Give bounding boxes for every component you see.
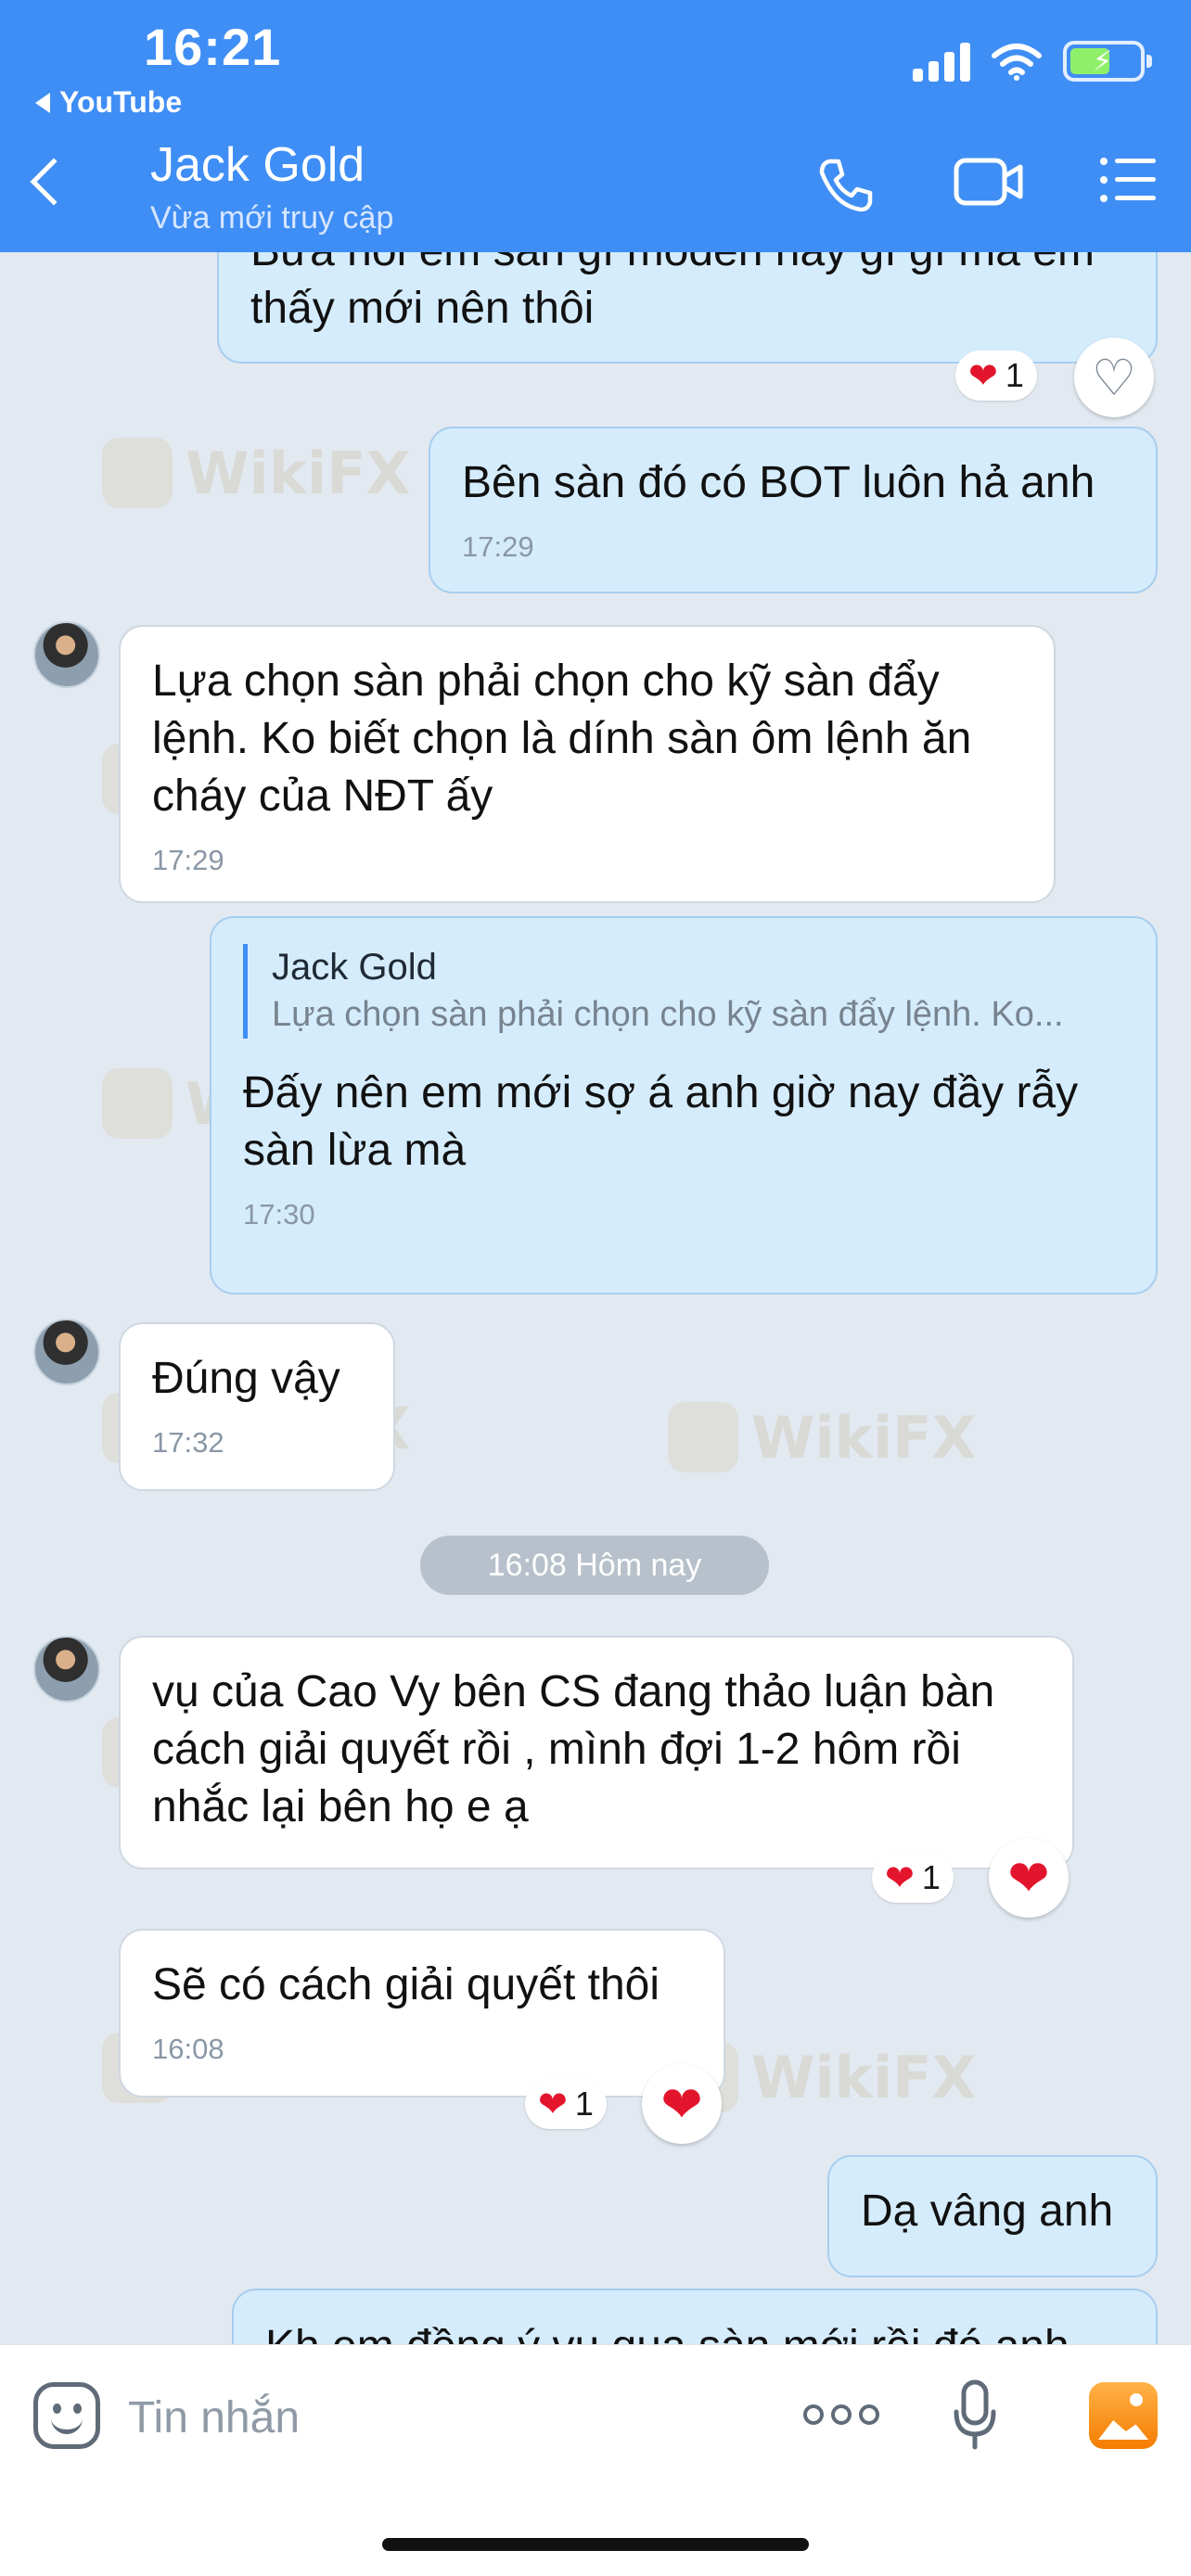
message-bubble-outgoing[interactable]: Bên sàn đó có BOT luôn hả anh 17:29 (429, 427, 1158, 593)
reaction-summary[interactable]: ❤ 1 (872, 1853, 954, 1903)
message-bubble-incoming[interactable]: Đúng vậy 17:32 (119, 1322, 395, 1491)
message-text: Đúng vậy (152, 1354, 340, 1403)
message-input[interactable] (128, 2388, 777, 2447)
reaction-summary[interactable]: ❤ 1 (525, 2079, 607, 2129)
message-text: Sẽ có cách giải quyết thôi (152, 1960, 660, 2009)
message-bubble-outgoing[interactable]: Dạ vâng anh (827, 2155, 1158, 2277)
message-time: 16:08 (152, 2033, 224, 2065)
react-heart-button[interactable]: ❤ (989, 1838, 1069, 1918)
message-text: Kh em đồng ý vụ qua sàn mới rồi đó anh (265, 2318, 1124, 2344)
message-input-bar (0, 2344, 1191, 2576)
cellular-signal-icon (913, 41, 970, 82)
status-time: 16:21 (144, 18, 282, 76)
heart-icon: ❤ (968, 356, 998, 396)
back-chevron-icon[interactable] (30, 158, 78, 206)
chat-area[interactable]: WikiFX WikiFX WikiFX WikiFX WikiFX WikiF… (0, 252, 1191, 2344)
message-bubble-incoming[interactable]: Sẽ có cách giải quyết thôi 16:08 (119, 1929, 725, 2098)
react-heart-button[interactable]: ♡ (1074, 338, 1154, 417)
reaction-summary[interactable]: ❤ 1 (955, 351, 1037, 401)
message-bubble-incoming[interactable]: vụ của Cao Vy bên CS đang thảo luận bàn … (119, 1636, 1074, 1869)
message-bubble-incoming[interactable]: Lựa chọn sàn phải chọn cho kỹ sàn đẩy lệ… (119, 625, 1056, 903)
message-bubble-outgoing-reply[interactable]: Jack Gold Lựa chọn sàn phải chọn cho kỹ … (210, 916, 1158, 1294)
date-separator: 16:08 Hôm nay (420, 1536, 769, 1595)
microphone-icon[interactable] (952, 2378, 998, 2453)
message-time: 17:32 (152, 1426, 224, 1459)
message-text: Dạ vâng anh (861, 2187, 1114, 2236)
contact-status: Vừa mới truy cập (150, 200, 394, 236)
heart-icon: ❤ (538, 2085, 568, 2124)
back-to-app-link[interactable]: YouTube (35, 85, 182, 120)
message-text: vụ của Cao Vy bên CS đang thảo luận bàn … (152, 1667, 995, 1831)
sticker-icon[interactable] (33, 2382, 100, 2449)
chat-header: 16:21 YouTube ⚡ Jack Gold Vừa mới truy c… (0, 0, 1191, 252)
message-time: 17:29 (152, 844, 224, 876)
reaction-count: 1 (1005, 356, 1024, 394)
message-text: Bữa hỏi em sàn gì moden nay gì gì mà em … (250, 252, 1095, 333)
avatar[interactable] (33, 1319, 100, 1385)
list-menu-icon[interactable] (1098, 156, 1158, 204)
heart-icon: ❤ (660, 2076, 703, 2133)
message-time: 17:29 (462, 530, 534, 563)
message-text: Bên sàn đó có BOT luôn hả anh (462, 458, 1095, 507)
watermark: WikiFX (668, 1402, 976, 1473)
quoted-message[interactable]: Jack Gold Lựa chọn sàn phải chọn cho kỹ … (243, 944, 1124, 1039)
heart-icon: ❤ (1007, 1850, 1050, 1906)
message-text: Lựa chọn sàn phải chọn cho kỹ sàn đẩy lệ… (152, 657, 972, 821)
more-icon[interactable] (803, 2404, 879, 2425)
photo-icon[interactable] (1089, 2382, 1158, 2449)
message-bubble-outgoing[interactable]: Bữa hỏi em sàn gì moden nay gì gì mà em … (217, 252, 1158, 363)
quote-text: Lựa chọn sàn phải chọn cho kỹ sàn đẩy lệ… (272, 995, 1064, 1034)
message-bubble-outgoing[interactable]: Kh em đồng ý vụ qua sàn mới rồi đó anh (232, 2289, 1158, 2344)
avatar[interactable] (33, 621, 100, 688)
heart-icon: ❤ (885, 1858, 915, 1898)
wifi-icon (992, 44, 1042, 81)
message-text: Đấy nên em mới sợ á anh giờ nay đầy rẫy … (243, 1068, 1079, 1175)
status-icons: ⚡ (913, 41, 1152, 82)
quote-author: Jack Gold (272, 947, 437, 988)
message-time: 17:30 (243, 1198, 315, 1231)
home-indicator[interactable] (382, 2538, 809, 2551)
battery-icon: ⚡ (1063, 41, 1152, 82)
watermark: WikiFX (102, 438, 410, 508)
back-app-label: YouTube (59, 85, 183, 119)
video-camera-icon[interactable] (954, 156, 1024, 208)
avatar[interactable] (33, 1636, 100, 1702)
back-triangle-icon (35, 92, 50, 113)
react-heart-button[interactable]: ❤ (642, 2064, 722, 2144)
contact-name[interactable]: Jack Gold (150, 137, 365, 193)
phone-icon[interactable] (816, 156, 876, 215)
heart-outline-icon: ♡ (1091, 350, 1137, 406)
reaction-count: 1 (921, 1858, 941, 1896)
reaction-count: 1 (574, 2085, 594, 2123)
